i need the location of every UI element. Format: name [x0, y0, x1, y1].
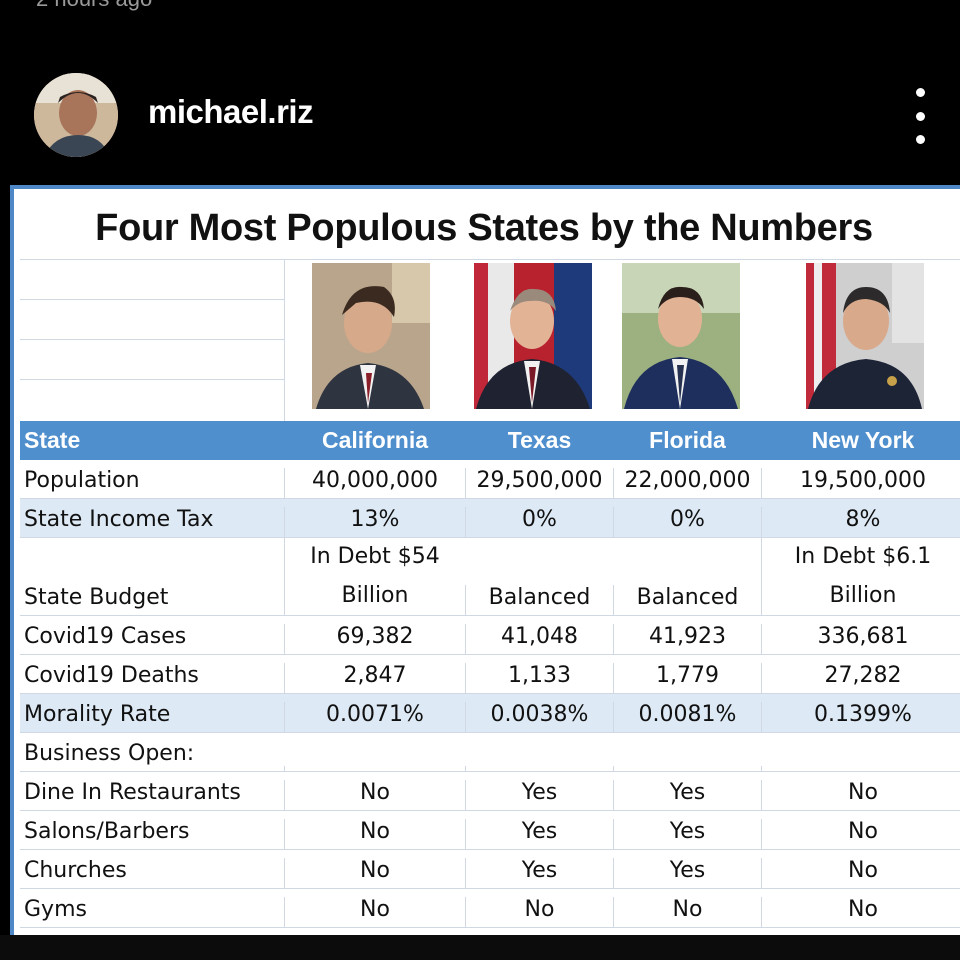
row-label: Business Open: [24, 741, 195, 766]
cell-value: 8% [761, 507, 960, 537]
cell-value: Yes [613, 780, 761, 810]
username[interactable]: michael.riz [148, 93, 314, 131]
cell-value: 27,282 [761, 663, 960, 693]
cell-value: 13% [284, 507, 465, 537]
cell-value [613, 766, 761, 771]
row-label: Morality Rate [24, 702, 171, 727]
cell-value: 22,000,000 [613, 468, 761, 498]
table-row: Business Open: [20, 733, 960, 772]
cell-value [284, 766, 465, 771]
cell-value: 336,681 [761, 624, 960, 654]
row-label: Gyms [24, 897, 87, 922]
cell-value: No [761, 780, 960, 810]
cell-value: 0.0081% [613, 702, 761, 732]
header-california: California [321, 427, 429, 453]
new-york-governor-photo [806, 263, 924, 409]
row-label: Covid19 Cases [24, 624, 187, 649]
cell-value: No [761, 897, 960, 927]
bottom-bar [0, 935, 960, 960]
grid-line [20, 259, 960, 260]
header-label: State [24, 427, 81, 453]
cell-value: 41,923 [613, 624, 761, 654]
row-label: Dine In Restaurants [24, 780, 241, 805]
cell-value: Yes [465, 780, 613, 810]
row-label: Churches [24, 858, 127, 883]
cell-value: 69,382 [284, 624, 465, 654]
cell-value: Yes [613, 819, 761, 849]
table-row: State Income Tax 13% 0% 0% 8% [20, 499, 960, 538]
cell-value: Balanced [613, 585, 761, 615]
cell-value: 1,133 [465, 663, 613, 693]
cell-value: Yes [613, 858, 761, 888]
table-row: Population 40,000,000 29,500,000 22,000,… [20, 460, 960, 499]
header-florida: Florida [649, 427, 726, 453]
budget-line: Billion [341, 583, 409, 608]
row-label: Salons/Barbers [24, 819, 190, 844]
cell-value: No [761, 819, 960, 849]
cell-value: 1,779 [613, 663, 761, 693]
budget-line: In Debt $54 [310, 544, 440, 569]
cell-value [761, 766, 960, 771]
cell-value: 2,847 [284, 663, 465, 693]
cell-value: 40,000,000 [284, 468, 465, 498]
table-row: Covid19 Cases 69,382 41,048 41,923 336,6… [20, 616, 960, 655]
cell-value: No [284, 897, 465, 927]
grid-line [20, 339, 284, 340]
table-header-row: State California Texas Florida New York [20, 421, 960, 460]
cell-value: Balanced [465, 585, 613, 615]
cell-value: In Debt $6.1 Billion [761, 537, 960, 615]
cell-value: 0.0071% [284, 702, 465, 732]
table-row: Morality Rate 0.0071% 0.0038% 0.0081% 0.… [20, 694, 960, 733]
row-label: State Budget [24, 585, 169, 610]
row-label: Covid19 Deaths [24, 663, 199, 688]
dot [915, 135, 925, 144]
table-row: Churches No Yes Yes No [20, 850, 960, 889]
cell-value: No [465, 897, 613, 927]
row-label: State Income Tax [24, 507, 214, 532]
florida-governor-photo [622, 263, 740, 409]
cell-value: No [613, 897, 761, 927]
post-timestamp: 2 hours ago [36, 0, 152, 12]
header-texas: Texas [507, 427, 572, 453]
grid-line [20, 379, 284, 380]
infographic-title: Four Most Populous States by the Numbers [95, 207, 873, 249]
cell-value: 0.1399% [761, 702, 960, 732]
table-row: State Budget In Debt $54 Billion Balance… [20, 537, 960, 616]
dot [915, 88, 925, 97]
cell-value: In Debt $54 Billion [284, 537, 465, 615]
dot [915, 111, 925, 121]
header-new-york: New York [811, 427, 915, 453]
cell-value: No [284, 819, 465, 849]
infographic-card: Four Most Populous States by the Numbers [10, 185, 960, 935]
texas-governor-photo [474, 263, 592, 409]
user-avatar[interactable] [34, 73, 118, 157]
table-row: Dine In Restaurants No Yes Yes No [20, 772, 960, 811]
cell-value: No [284, 780, 465, 810]
table-row: Salons/Barbers No Yes Yes No [20, 811, 960, 850]
cell-value: No [284, 858, 465, 888]
cell-value: Yes [465, 858, 613, 888]
post-header: 2 hours ago michael.riz [0, 0, 960, 185]
cell-value: 41,048 [465, 624, 613, 654]
cell-value: 0% [613, 507, 761, 537]
cell-value: 0.0038% [465, 702, 613, 732]
grid-line [284, 259, 285, 421]
cell-value: Yes [465, 819, 613, 849]
budget-line: Billion [829, 583, 897, 608]
grid-line [20, 299, 284, 300]
cell-value: No [761, 858, 960, 888]
row-label: Population [24, 468, 140, 493]
table-row: Gyms No No No No [20, 889, 960, 928]
cell-value [465, 766, 613, 771]
california-governor-photo [312, 263, 430, 409]
budget-line: In Debt $6.1 [794, 544, 932, 569]
cell-value: 19,500,000 [761, 468, 960, 498]
more-options-icon[interactable] [900, 88, 940, 144]
table-row: Covid19 Deaths 2,847 1,133 1,779 27,282 [20, 655, 960, 694]
cell-value: 0% [465, 507, 613, 537]
cell-value: 29,500,000 [465, 468, 613, 498]
